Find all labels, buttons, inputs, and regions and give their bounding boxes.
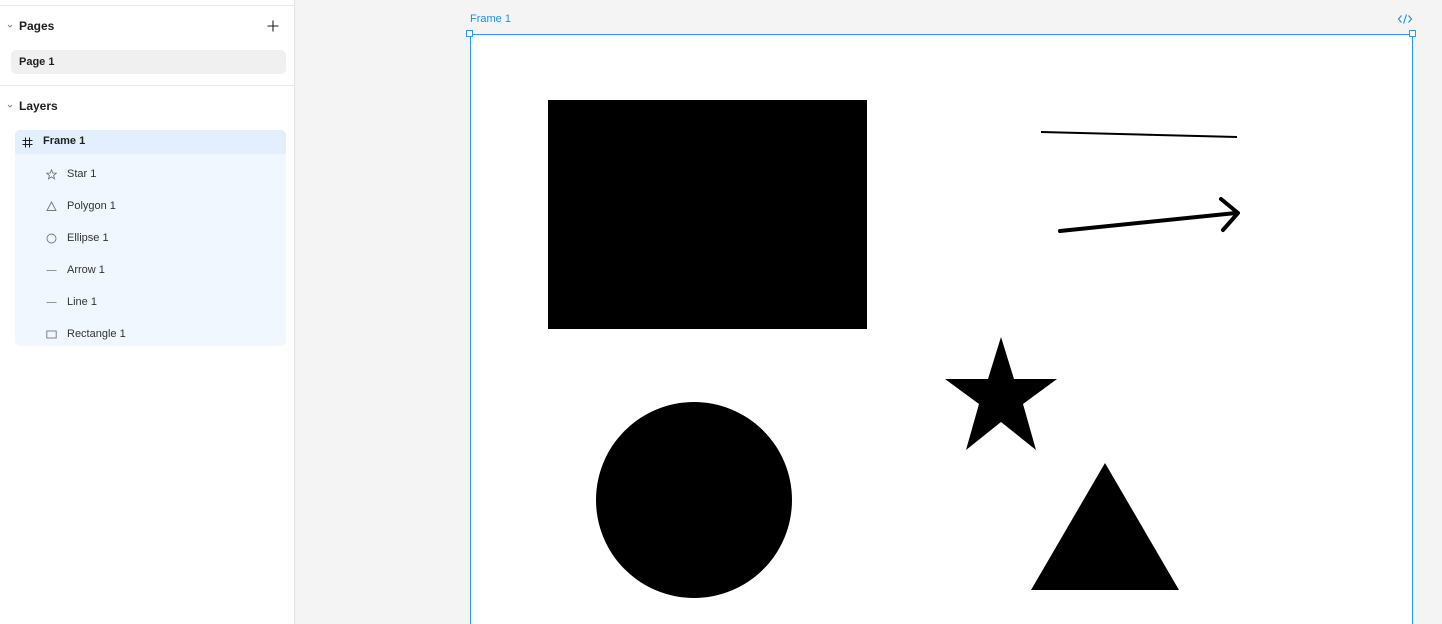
line-shape[interactable] — [1040, 131, 1238, 138]
layers-section-title: Layers — [19, 99, 58, 113]
resize-handle-top-right[interactable] — [1409, 30, 1416, 37]
layer-item-label: Polygon 1 — [67, 200, 116, 212]
sidebar-divider — [0, 85, 294, 86]
arrow-icon — [45, 264, 57, 276]
rectangle-icon — [45, 328, 57, 340]
layer-item-label: Star 1 — [67, 168, 97, 180]
layer-item-frame[interactable]: Frame 1 — [15, 130, 286, 154]
layers-section-header[interactable]: Layers — [0, 94, 294, 118]
frame-1[interactable] — [470, 34, 1413, 624]
plus-icon — [267, 20, 279, 32]
star-icon — [45, 168, 57, 180]
layer-item-polygon[interactable]: Polygon 1 — [15, 190, 286, 222]
design-canvas[interactable]: Frame 1 — [295, 0, 1442, 624]
layer-item-label: Line 1 — [67, 296, 97, 308]
chevron-down-icon[interactable] — [6, 22, 14, 30]
frame-shapes — [548, 100, 1240, 598]
layer-item-ellipse[interactable]: Ellipse 1 — [15, 222, 286, 254]
layer-item-rectangle[interactable]: Rectangle 1 — [15, 318, 286, 350]
layers-sidebar: Pages Page 1 Layers Frame 1 Star 1 Polyg… — [0, 0, 295, 624]
layer-item-label: Arrow 1 — [67, 264, 105, 276]
sidebar-divider — [0, 5, 294, 6]
star-shape[interactable] — [945, 337, 1057, 450]
polygon-shape[interactable] — [1031, 463, 1179, 590]
layer-item-label: Frame 1 — [43, 135, 86, 147]
polygon-icon — [45, 200, 57, 212]
ellipse-icon — [45, 232, 57, 244]
line-icon — [45, 296, 57, 308]
pages-section-header[interactable]: Pages — [0, 14, 294, 38]
page-item[interactable]: Page 1 — [11, 50, 286, 74]
frame-icon — [21, 136, 33, 148]
layer-item-line[interactable]: Line 1 — [15, 286, 286, 318]
layer-item-arrow[interactable]: Arrow 1 — [15, 254, 286, 286]
layer-item-star[interactable]: Star 1 — [15, 158, 286, 190]
ellipse-shape[interactable] — [596, 402, 792, 598]
frame-name-label[interactable]: Frame 1 — [470, 13, 511, 25]
rectangle-shape[interactable] — [548, 100, 867, 329]
add-page-button[interactable] — [264, 17, 282, 35]
page-item-label: Page 1 — [19, 56, 55, 68]
code-icon[interactable] — [1397, 12, 1413, 26]
layer-item-label: Rectangle 1 — [67, 328, 126, 340]
pages-section-title: Pages — [19, 19, 55, 33]
arrow-shape[interactable] — [1058, 197, 1240, 233]
resize-handle-top-left[interactable] — [466, 30, 473, 37]
chevron-down-icon[interactable] — [6, 102, 14, 110]
layer-item-label: Ellipse 1 — [67, 232, 109, 244]
